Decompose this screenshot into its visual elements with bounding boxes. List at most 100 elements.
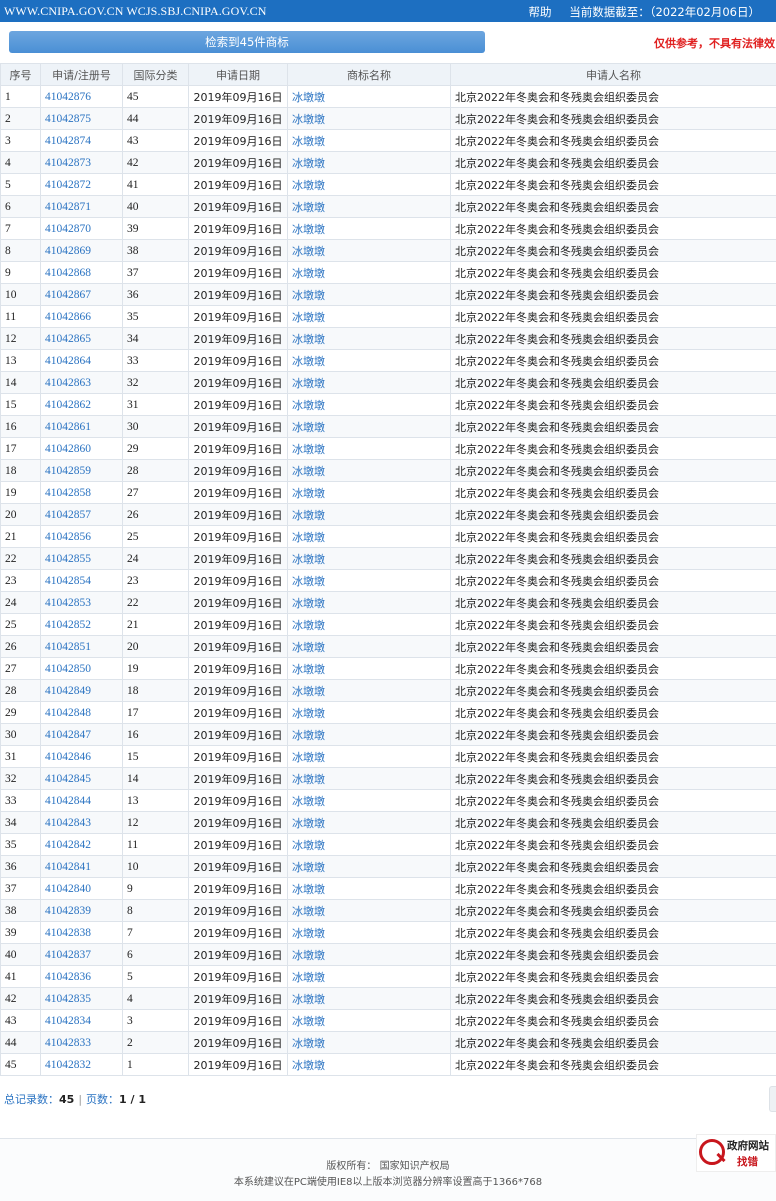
registration-number-link[interactable]: 41042849: [41, 680, 123, 702]
registration-number-link[interactable]: 41042866: [41, 306, 123, 328]
registration-number-link[interactable]: 41042854: [41, 570, 123, 592]
side-scroll-tab[interactable]: [769, 1086, 776, 1112]
registration-number-link[interactable]: 41042862: [41, 394, 123, 416]
trademark-name-link[interactable]: 冰墩墩: [288, 1032, 451, 1054]
registration-number-link[interactable]: 41042835: [41, 988, 123, 1010]
trademark-name-link[interactable]: 冰墩墩: [288, 922, 451, 944]
registration-number-link[interactable]: 41042865: [41, 328, 123, 350]
registration-number-link[interactable]: 41042861: [41, 416, 123, 438]
registration-number-link[interactable]: 41042871: [41, 196, 123, 218]
registration-number-link[interactable]: 41042869: [41, 240, 123, 262]
trademark-name-link[interactable]: 冰墩墩: [288, 416, 451, 438]
trademark-name-link[interactable]: 冰墩墩: [288, 174, 451, 196]
trademark-name-link[interactable]: 冰墩墩: [288, 570, 451, 592]
registration-number-link[interactable]: 41042838: [41, 922, 123, 944]
registration-number-link[interactable]: 41042843: [41, 812, 123, 834]
trademark-name-link[interactable]: 冰墩墩: [288, 746, 451, 768]
registration-number-link[interactable]: 41042836: [41, 966, 123, 988]
registration-number-link[interactable]: 41042834: [41, 1010, 123, 1032]
registration-number-link[interactable]: 41042839: [41, 900, 123, 922]
trademark-name-link[interactable]: 冰墩墩: [288, 482, 451, 504]
trademark-name-link[interactable]: 冰墩墩: [288, 1054, 451, 1076]
international-class: 20: [123, 636, 189, 658]
registration-number-link[interactable]: 41042837: [41, 944, 123, 966]
trademark-name-link[interactable]: 冰墩墩: [288, 240, 451, 262]
trademark-name-link[interactable]: 冰墩墩: [288, 966, 451, 988]
registration-number-link[interactable]: 41042840: [41, 878, 123, 900]
trademark-name-link[interactable]: 冰墩墩: [288, 460, 451, 482]
registration-number-link[interactable]: 41042851: [41, 636, 123, 658]
trademark-name-link[interactable]: 冰墩墩: [288, 306, 451, 328]
trademark-name-link[interactable]: 冰墩墩: [288, 372, 451, 394]
trademark-name-link[interactable]: 冰墩墩: [288, 636, 451, 658]
trademark-name-link[interactable]: 冰墩墩: [288, 724, 451, 746]
trademark-name-link[interactable]: 冰墩墩: [288, 218, 451, 240]
trademark-name-link[interactable]: 冰墩墩: [288, 526, 451, 548]
registration-number-link[interactable]: 41042857: [41, 504, 123, 526]
registration-number-link[interactable]: 41042873: [41, 152, 123, 174]
trademark-name-link[interactable]: 冰墩墩: [288, 350, 451, 372]
registration-number-link[interactable]: 41042852: [41, 614, 123, 636]
registration-number-link[interactable]: 41042844: [41, 790, 123, 812]
registration-number-link[interactable]: 41042867: [41, 284, 123, 306]
trademark-name-link[interactable]: 冰墩墩: [288, 944, 451, 966]
trademark-name-link[interactable]: 冰墩墩: [288, 328, 451, 350]
registration-number-link[interactable]: 41042875: [41, 108, 123, 130]
registration-number-link[interactable]: 41042864: [41, 350, 123, 372]
trademark-name-link[interactable]: 冰墩墩: [288, 130, 451, 152]
trademark-name-link[interactable]: 冰墩墩: [288, 900, 451, 922]
trademark-name-link[interactable]: 冰墩墩: [288, 108, 451, 130]
registration-number-link[interactable]: 41042833: [41, 1032, 123, 1054]
applicant-name: 北京2022年冬奥会和冬残奥会组织委员会: [451, 174, 776, 196]
registration-number-link[interactable]: 41042846: [41, 746, 123, 768]
registration-number-link[interactable]: 41042856: [41, 526, 123, 548]
trademark-name-link[interactable]: 冰墩墩: [288, 856, 451, 878]
registration-number-link[interactable]: 41042863: [41, 372, 123, 394]
trademark-name-link[interactable]: 冰墩墩: [288, 284, 451, 306]
table-row: 444104283322019年09月16日冰墩墩北京2022年冬奥会和冬残奥会…: [1, 1032, 776, 1054]
page-count: 1 / 1: [119, 1093, 146, 1106]
registration-number-link[interactable]: 41042841: [41, 856, 123, 878]
trademark-name-link[interactable]: 冰墩墩: [288, 548, 451, 570]
trademark-name-link[interactable]: 冰墩墩: [288, 1010, 451, 1032]
registration-number-link[interactable]: 41042876: [41, 86, 123, 108]
trademark-name-link[interactable]: 冰墩墩: [288, 196, 451, 218]
trademark-name-link[interactable]: 冰墩墩: [288, 680, 451, 702]
applicant-name: 北京2022年冬奥会和冬残奥会组织委员会: [451, 768, 776, 790]
trademark-name-link[interactable]: 冰墩墩: [288, 812, 451, 834]
trademark-name-link[interactable]: 冰墩墩: [288, 504, 451, 526]
registration-number-link[interactable]: 41042832: [41, 1054, 123, 1076]
trademark-name-link[interactable]: 冰墩墩: [288, 592, 451, 614]
registration-number-link[interactable]: 41042868: [41, 262, 123, 284]
registration-number-link[interactable]: 41042848: [41, 702, 123, 724]
help-link[interactable]: 帮助: [529, 5, 552, 19]
registration-number-link[interactable]: 41042874: [41, 130, 123, 152]
trademark-name-link[interactable]: 冰墩墩: [288, 790, 451, 812]
trademark-name-link[interactable]: 冰墩墩: [288, 702, 451, 724]
registration-number-link[interactable]: 41042860: [41, 438, 123, 460]
registration-number-link[interactable]: 41042872: [41, 174, 123, 196]
registration-number-link[interactable]: 41042847: [41, 724, 123, 746]
trademark-name-link[interactable]: 冰墩墩: [288, 438, 451, 460]
registration-number-link[interactable]: 41042859: [41, 460, 123, 482]
trademark-name-link[interactable]: 冰墩墩: [288, 152, 451, 174]
gov-site-error-report-badge[interactable]: 政府网站 找错: [696, 1134, 776, 1172]
registration-number-link[interactable]: 41042858: [41, 482, 123, 504]
trademark-name-link[interactable]: 冰墩墩: [288, 394, 451, 416]
registration-number-link[interactable]: 41042842: [41, 834, 123, 856]
trademark-name-link[interactable]: 冰墩墩: [288, 614, 451, 636]
registration-number-link[interactable]: 41042855: [41, 548, 123, 570]
table-row: 2741042850192019年09月16日冰墩墩北京2022年冬奥会和冬残奥…: [1, 658, 776, 680]
registration-number-link[interactable]: 41042850: [41, 658, 123, 680]
trademark-name-link[interactable]: 冰墩墩: [288, 262, 451, 284]
trademark-name-link[interactable]: 冰墩墩: [288, 768, 451, 790]
registration-number-link[interactable]: 41042870: [41, 218, 123, 240]
table-row: 2241042855242019年09月16日冰墩墩北京2022年冬奥会和冬残奥…: [1, 548, 776, 570]
trademark-name-link[interactable]: 冰墩墩: [288, 988, 451, 1010]
trademark-name-link[interactable]: 冰墩墩: [288, 834, 451, 856]
registration-number-link[interactable]: 41042845: [41, 768, 123, 790]
registration-number-link[interactable]: 41042853: [41, 592, 123, 614]
trademark-name-link[interactable]: 冰墩墩: [288, 878, 451, 900]
trademark-name-link[interactable]: 冰墩墩: [288, 658, 451, 680]
trademark-name-link[interactable]: 冰墩墩: [288, 86, 451, 108]
